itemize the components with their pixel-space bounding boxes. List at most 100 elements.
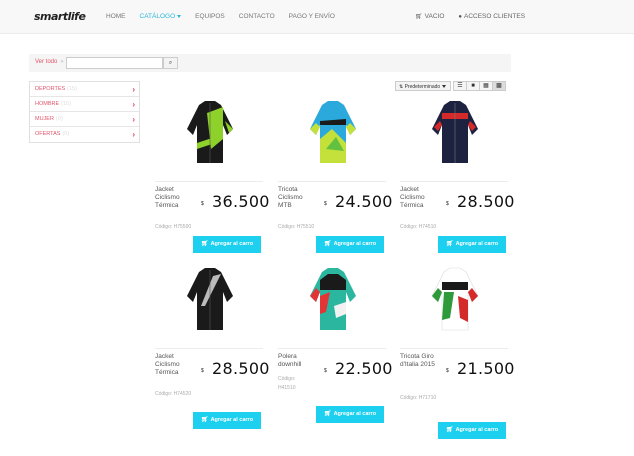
category-item-deportes[interactable]: DEPORTES (15) ›	[30, 82, 139, 97]
cart-icon: 🛒︎	[323, 411, 332, 417]
view-grid-small-button[interactable]: ▩	[492, 81, 506, 91]
divider	[278, 348, 386, 349]
product-image[interactable]	[420, 264, 490, 334]
add-to-cart-button[interactable]: 🛒︎ Agregar al carro	[316, 236, 384, 253]
category-label: MUJER	[35, 116, 54, 122]
product-image[interactable]	[298, 264, 368, 334]
logo[interactable]: smartlife	[34, 10, 86, 23]
nav-home[interactable]: HOME	[106, 13, 126, 20]
filter-bar: Ver todo» ⌕	[29, 54, 511, 72]
add-to-cart-button[interactable]: 🛒︎ Agregar al carro	[316, 406, 384, 423]
product-price: 28.500	[212, 359, 270, 378]
product-code: Código: H41510	[278, 376, 296, 391]
product-name[interactable]: Polera downhill	[278, 353, 318, 369]
chevron-right-icon: ›	[132, 85, 135, 94]
product-currency: $	[201, 368, 204, 374]
search-input[interactable]	[66, 57, 163, 69]
nav-catalogo-label: CATÁLOGO	[139, 13, 176, 20]
add-to-cart-label: Agregar al carro	[333, 411, 377, 417]
category-list: DEPORTES (15) › HOMBRE (15) › MUJER (0) › OFER…	[29, 81, 140, 143]
nav-contacto[interactable]: CONTACTO	[239, 13, 275, 20]
cart-icon: 🛒︎	[445, 427, 454, 433]
sort-icon: ⇅	[399, 84, 404, 90]
view-grid-medium-button[interactable]: ▦	[479, 81, 493, 91]
sort-dropdown[interactable]: ⇅ Predeterminado	[395, 81, 451, 91]
add-to-cart-label: Agregar al carro	[455, 427, 499, 433]
cart-link[interactable]: 🛒︎ VACIO	[415, 13, 444, 20]
add-to-cart-button[interactable]: 🛒︎ Agregar al carro	[193, 412, 261, 429]
product-image[interactable]	[175, 97, 245, 167]
view-mode-group: ☰ ■ ▦ ▩	[453, 81, 506, 91]
divider	[400, 181, 508, 182]
product-currency: $	[446, 201, 449, 207]
product-price: 21.500	[457, 359, 515, 378]
product-image[interactable]	[420, 97, 490, 167]
category-count: (0)	[62, 131, 70, 137]
product-price: 22.500	[335, 359, 393, 378]
product-currency: $	[324, 201, 327, 207]
logo-text: smartlife	[34, 10, 86, 23]
category-item-ofertas[interactable]: OFERTAS (0) ›	[30, 127, 139, 142]
view-grid-large-button[interactable]: ■	[466, 81, 480, 91]
chevron-right-icon: ›	[132, 130, 135, 139]
grid-icon: ▦	[483, 83, 489, 89]
add-to-cart-label: Agregar al carro	[210, 241, 254, 247]
product-name[interactable]: Jacket Ciclismo Térmica	[155, 186, 195, 210]
jersey-image	[310, 268, 356, 330]
product-name[interactable]: Tricota Ciclismo MTB	[278, 186, 318, 210]
search-button[interactable]: ⌕	[163, 57, 178, 69]
jersey-image	[431, 267, 479, 331]
divider	[155, 181, 263, 182]
breadcrumb-label: Ver todo	[35, 59, 58, 65]
add-to-cart-button[interactable]: 🛒︎ Agregar al carro	[193, 236, 261, 253]
category-label: HOMBRE	[35, 101, 60, 107]
square-icon: ■	[471, 83, 475, 89]
category-count: (15)	[67, 86, 77, 92]
account-link[interactable]: ● ACCESO CLIENTES	[458, 13, 525, 20]
product-image[interactable]	[175, 264, 245, 334]
sort-selected: Predeterminado	[404, 84, 441, 90]
view-list-button[interactable]: ☰	[453, 81, 467, 91]
category-item-mujer[interactable]: MUJER (0) ›	[30, 112, 139, 127]
product-image[interactable]	[298, 97, 368, 167]
nav-equipos[interactable]: EQUIPOS	[195, 13, 225, 20]
jersey-image	[310, 101, 356, 163]
jacket-image	[187, 101, 233, 163]
product-currency: $	[446, 368, 449, 374]
cart-icon: 🛒︎	[200, 417, 209, 423]
caret-down-icon	[177, 14, 182, 18]
caret-down-icon	[442, 85, 447, 89]
jacket-image	[187, 268, 233, 330]
product-price: 28.500	[457, 192, 515, 211]
product-currency: $	[201, 201, 204, 207]
divider	[155, 348, 263, 349]
list-icon: ☰	[457, 83, 463, 89]
add-to-cart-button[interactable]: 🛒︎ Agregar al carro	[438, 422, 506, 439]
product-code: Código: H75510	[278, 224, 315, 230]
chevron-right-icon: ›	[132, 100, 135, 109]
category-label: DEPORTES	[35, 86, 66, 92]
nav-pago-envio[interactable]: PAGO Y ENVÍO	[289, 13, 335, 20]
add-to-cart-button[interactable]: 🛒︎ Agregar al carro	[438, 236, 506, 253]
cart-label: VACIO	[424, 13, 445, 20]
product-price: 36.500	[212, 192, 270, 211]
product-name[interactable]: Tricota Giro d'Italia 2015	[400, 353, 440, 369]
main-nav: HOME CATÁLOGO EQUIPOS CONTACTO PAGO Y EN…	[106, 13, 335, 20]
product-card: Tricota Ciclismo MTB $ 24.500 Código: H7…	[278, 97, 392, 257]
cart-icon: 🛒︎	[415, 14, 423, 20]
category-item-hombre[interactable]: HOMBRE (15) ›	[30, 97, 139, 112]
breadcrumb[interactable]: Ver todo»	[35, 59, 64, 65]
category-count: (0)	[55, 116, 63, 122]
product-code: Código: H74510	[400, 224, 437, 230]
add-to-cart-label: Agregar al carro	[333, 241, 377, 247]
product-name[interactable]: Jacket Ciclismo Térmica	[155, 353, 195, 377]
cart-icon: 🛒︎	[323, 241, 332, 247]
product-name[interactable]: Jacket Ciclismo Térmica	[400, 186, 440, 210]
nav-catalogo[interactable]: CATÁLOGO	[140, 13, 182, 20]
user-nav: 🛒︎ VACIO ● ACCESO CLIENTES	[415, 13, 525, 20]
product-price: 24.500	[335, 192, 393, 211]
divider	[400, 348, 508, 349]
cart-icon: 🛒︎	[200, 241, 209, 247]
jacket-image	[432, 101, 478, 163]
product-card: Jacket Ciclismo Térmica $ 36.500 Código:…	[155, 97, 269, 257]
